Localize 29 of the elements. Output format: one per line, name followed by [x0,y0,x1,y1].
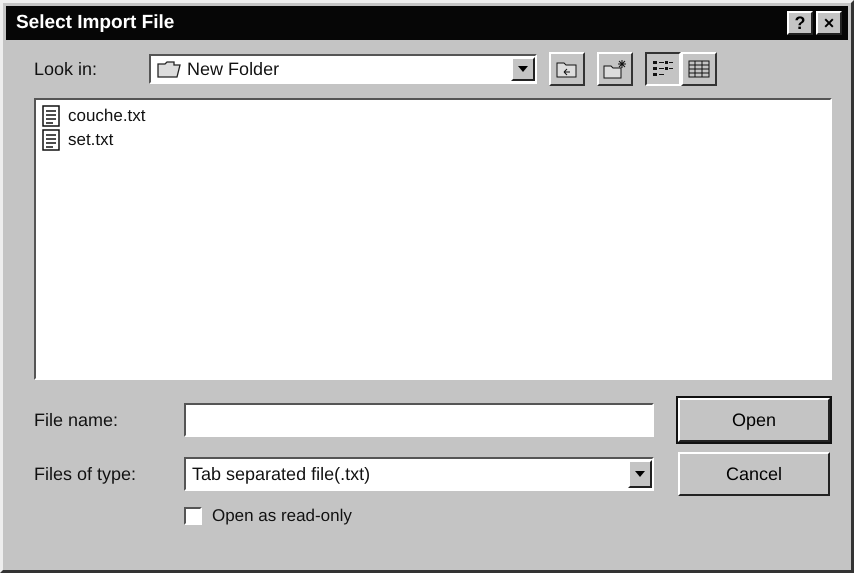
close-button[interactable]: × [816,11,842,35]
file-name-field[interactable] [184,403,654,437]
new-folder-button[interactable] [597,52,634,86]
look-in-value: New Folder [187,58,280,80]
file-name-label: File name: [34,410,120,430]
read-only-checkbox[interactable] [184,507,202,525]
read-only-label[interactable]: Open as read-only [212,506,352,526]
details-view-icon [688,60,710,78]
file-type-value: Tab separated file(.txt) [192,464,370,484]
open-button[interactable]: Open [678,398,830,442]
file-type-dropdown[interactable]: Tab separated file(.txt) [184,457,654,491]
file-name[interactable]: set.txt [68,130,114,150]
look-in-label: Look in: [34,58,98,80]
up-folder-button[interactable] [549,52,586,86]
file-type-label: Files of type: [34,464,138,484]
file-name[interactable]: couche.txt [68,106,146,126]
folder-icon [157,60,182,78]
list-view-icon [652,60,674,78]
help-button[interactable]: ? [787,11,813,35]
window-title: Select Import File [16,12,176,34]
cancel-button[interactable]: Cancel [678,452,830,496]
file-list[interactable]: couche.txt set.txt [34,98,832,380]
text-file-icon [42,105,60,127]
text-file-icon [42,129,60,151]
up-folder-icon [556,60,578,78]
new-folder-icon [603,59,628,79]
look-in-dropdown[interactable]: New Folder [149,54,538,84]
details-view-button[interactable] [681,52,718,86]
list-view-button[interactable] [645,52,682,86]
